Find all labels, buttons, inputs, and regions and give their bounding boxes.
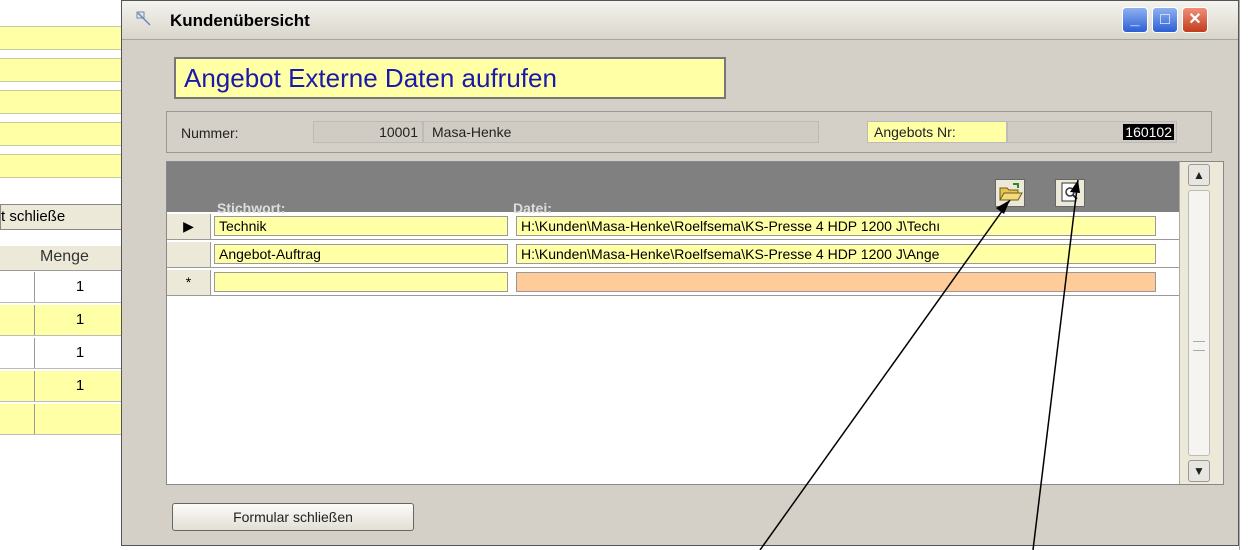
stichwort-cell-new[interactable]: [214, 272, 508, 292]
bg-field: [0, 154, 125, 178]
table-row[interactable]: Angebot-Auftrag H:\Kunden\Masa-Henke\Roe…: [167, 242, 1179, 268]
view-file-icon: [1061, 182, 1078, 202]
angebots-nr-value: 160102: [1123, 124, 1174, 140]
customer-info-panel: Nummer: 10001 Masa-Henke Angebots Nr: 16…: [166, 111, 1212, 153]
bg-table-row[interactable]: [0, 404, 125, 435]
datei-cell[interactable]: H:\Kunden\Masa-Henke\Roelfsema\KS-Presse…: [516, 216, 1156, 236]
table-row[interactable]: ▶ Technik H:\Kunden\Masa-Henke\Roelfsema…: [167, 214, 1179, 240]
subform-header: Stichwort: Datei:: [167, 162, 1179, 216]
scroll-up-button[interactable]: ▲: [1188, 164, 1210, 186]
bg-table-row[interactable]: 1: [0, 305, 125, 336]
background-form: t schließe Menge 1 1 1 1: [0, 0, 127, 550]
window-title: Kundenübersicht: [170, 11, 310, 30]
scroll-thumb[interactable]: [1188, 190, 1210, 456]
nummer-field[interactable]: 10001: [313, 121, 423, 143]
title-bar[interactable]: Kundenübersicht _ □ ✕: [122, 1, 1238, 40]
angebots-nr-label: Angebots Nr:: [867, 121, 1007, 143]
close-icon: ✕: [1188, 11, 1202, 28]
record-selector[interactable]: [167, 242, 211, 267]
minimize-icon: _: [1130, 11, 1140, 28]
form-heading: Angebot Externe Daten aufrufen: [174, 57, 726, 99]
stichwort-cell[interactable]: Technik: [214, 216, 508, 236]
open-folder-icon: [999, 183, 1023, 201]
bg-field: [0, 122, 125, 146]
bg-qty-cell: 1: [34, 305, 125, 335]
open-file-button[interactable]: [995, 179, 1025, 207]
bg-column-header-label: Menge: [40, 248, 89, 265]
background-right-strip: [1239, 0, 1257, 550]
new-record-selector[interactable]: *: [167, 270, 211, 295]
kundenuebersicht-window: Kundenübersicht _ □ ✕ Angebot Externe Da…: [121, 0, 1239, 546]
close-form-button[interactable]: Formular schließen: [172, 503, 414, 531]
datei-cell[interactable]: H:\Kunden\Masa-Henke\Roelfsema\KS-Presse…: [516, 244, 1156, 264]
bg-qty-cell: 1: [34, 338, 125, 368]
datei-cell-new[interactable]: [516, 272, 1156, 292]
nummer-label: Nummer:: [181, 125, 239, 141]
table-row[interactable]: *: [167, 270, 1179, 296]
bg-field: [0, 90, 125, 114]
stichwort-cell[interactable]: Angebot-Auftrag: [214, 244, 508, 264]
form-icon: [136, 11, 151, 26]
bg-column-header: Menge: [0, 246, 125, 271]
maximize-icon: □: [1160, 11, 1170, 28]
bg-qty-cell: 1: [34, 371, 125, 401]
bg-qty-cell: [34, 404, 125, 434]
minimize-button[interactable]: _: [1122, 7, 1148, 33]
close-window-button[interactable]: ✕: [1182, 7, 1208, 33]
bg-field: [0, 58, 125, 82]
grip-icon: [1193, 341, 1205, 351]
bg-table-row[interactable]: 1: [0, 338, 125, 369]
record-selector[interactable]: ▶: [167, 214, 211, 239]
bg-table-row[interactable]: 1: [0, 371, 125, 402]
bg-qty-cell: 1: [34, 272, 125, 302]
bg-close-button[interactable]: t schließe: [0, 204, 127, 230]
scroll-down-button[interactable]: ▼: [1188, 460, 1210, 482]
bg-field: [0, 26, 125, 50]
external-files-subform: Stichwort: Datei: ▶ Technik H:\Kunden\Ma…: [166, 161, 1224, 485]
maximize-button[interactable]: □: [1152, 7, 1178, 33]
view-file-button[interactable]: [1055, 179, 1085, 207]
customer-name-field[interactable]: Masa-Henke: [423, 121, 819, 143]
angebots-nr-field[interactable]: 160102: [1007, 121, 1177, 143]
bg-table-row[interactable]: 1: [0, 272, 125, 303]
vertical-scrollbar[interactable]: ▲ ▼: [1179, 162, 1223, 484]
